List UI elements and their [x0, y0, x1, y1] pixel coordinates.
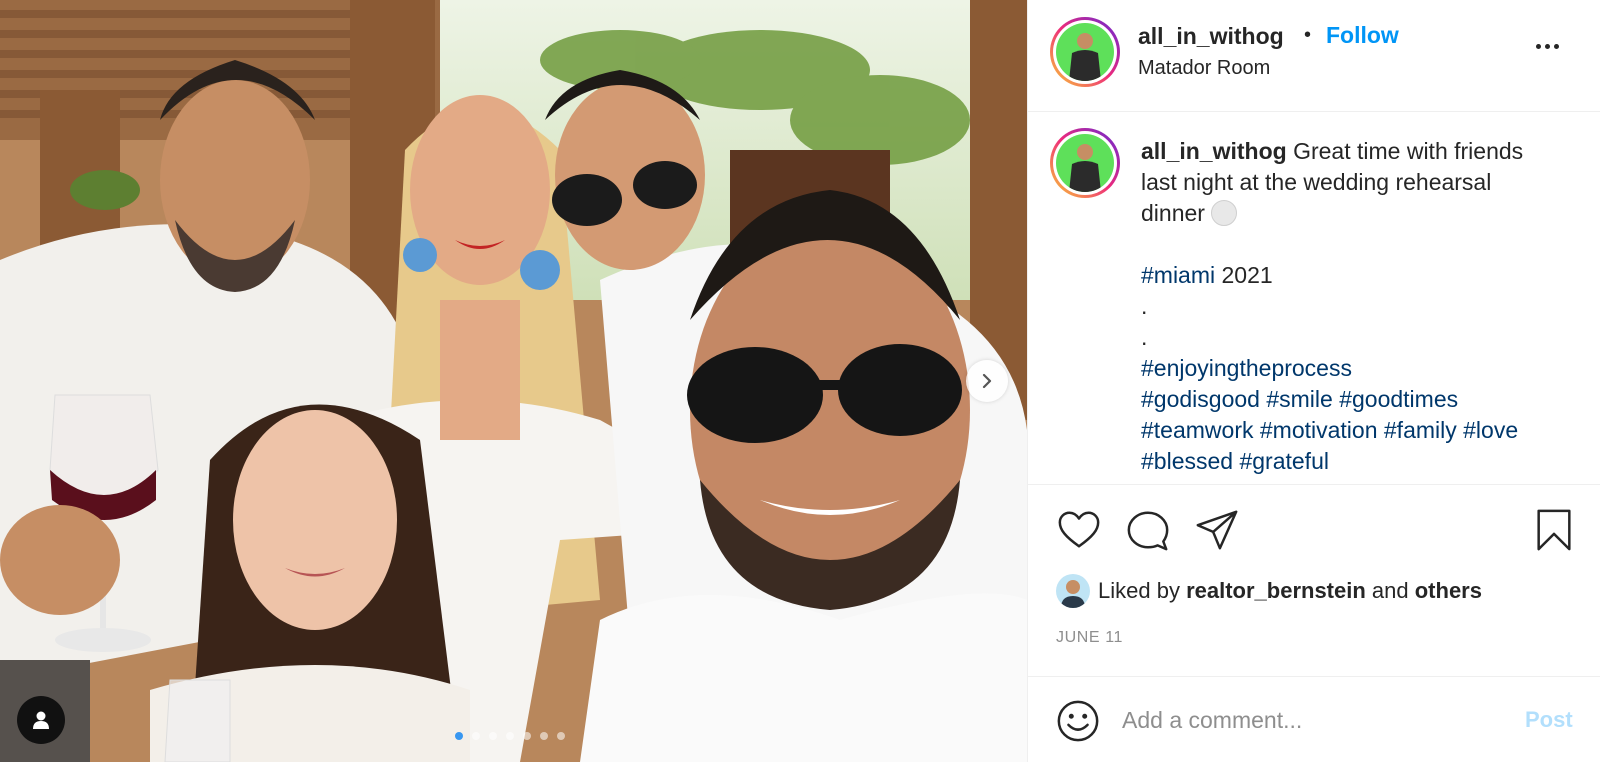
hashtag-link[interactable]: #miami [1141, 262, 1215, 288]
hashtag-link[interactable]: #enjoyingtheprocess [1141, 355, 1352, 381]
caption-dot-1: . [1141, 293, 1148, 319]
likes-summary: Liked by realtor_bernstein and others [1056, 574, 1482, 608]
carousel-dot-2 [472, 732, 480, 740]
hashtag-link[interactable]: #godisgood [1141, 386, 1260, 412]
caption-line-3: dinner [1141, 200, 1205, 226]
like-heart-icon[interactable] [1056, 507, 1102, 553]
save-bookmark-icon[interactable] [1531, 507, 1577, 553]
hashtag-link[interactable]: #teamwork [1141, 417, 1253, 443]
share-paper-plane-icon[interactable] [1194, 507, 1240, 553]
header-separator: • [1304, 24, 1312, 46]
caption-year: 2021 [1215, 262, 1273, 288]
emoji-picker-icon[interactable] [1055, 698, 1101, 744]
carousel-next-button[interactable] [966, 360, 1008, 402]
carousel-dot-6 [540, 732, 548, 740]
carousel-dot-5 [523, 732, 531, 740]
liked-by-prefix: Liked by [1098, 578, 1187, 603]
post-date[interactable]: JUNE 11 [1056, 629, 1123, 647]
caption-username[interactable]: all_in_withog [1141, 138, 1287, 164]
caption-avatar[interactable] [1050, 128, 1120, 198]
liked-by-and: and [1365, 578, 1415, 603]
carousel-dot-7 [557, 732, 565, 740]
hashtag-link[interactable]: #motivation [1260, 417, 1378, 443]
carousel-dot-4 [506, 732, 514, 740]
hashtag-link[interactable]: #love [1463, 417, 1518, 443]
profile-picture [1056, 23, 1114, 81]
comment-form: Post [1028, 676, 1600, 762]
caption-line-2: last night at the wedding rehearsal [1141, 169, 1492, 195]
carousel-dot-3 [489, 732, 497, 740]
user-tag-icon [33, 711, 49, 729]
avatar[interactable] [1050, 17, 1120, 87]
post-author-username[interactable]: all_in_withog [1138, 23, 1284, 50]
caption-line-1: Great time with friends [1293, 138, 1524, 164]
caption-dot-2: . [1141, 324, 1148, 350]
follow-button[interactable]: Follow [1326, 22, 1399, 49]
more-options-icon[interactable] [1536, 36, 1566, 56]
caption-section: all_in_withog Great time with friends la… [1028, 112, 1600, 485]
post-photo[interactable] [0, 0, 1027, 762]
tagged-users-button[interactable] [17, 696, 65, 744]
hashtag-link[interactable]: #grateful [1239, 448, 1329, 474]
liker-username[interactable]: realtor_bernstein [1186, 578, 1366, 603]
caption-text: all_in_withog Great time with friends la… [1141, 136, 1581, 477]
chevron-right-icon [982, 373, 992, 389]
post-location[interactable]: Matador Room [1138, 57, 1270, 80]
comment-icon[interactable] [1125, 507, 1171, 553]
post-details-panel: all_in_withog • Follow Matador Room all_… [1027, 0, 1600, 762]
carousel-dot-1 [455, 732, 463, 740]
comment-input[interactable] [1122, 697, 1492, 743]
hashtag-link[interactable]: #smile [1266, 386, 1332, 412]
hashtag-link[interactable]: #family [1384, 417, 1457, 443]
emoji-icon [1211, 200, 1238, 226]
instagram-post: all_in_withog • Follow Matador Room all_… [0, 0, 1600, 762]
liker-avatar[interactable] [1056, 574, 1090, 608]
hashtag-link[interactable]: #blessed [1141, 448, 1233, 474]
post-header: all_in_withog • Follow Matador Room [1028, 0, 1600, 112]
post-comment-button[interactable]: Post [1525, 707, 1573, 733]
caption-profile-picture [1056, 134, 1114, 192]
hashtag-link[interactable]: #goodtimes [1339, 386, 1458, 412]
likes-others-link[interactable]: others [1415, 578, 1482, 603]
action-bar [1028, 485, 1600, 575]
group-selfie-photo [0, 0, 1027, 762]
carousel-indicator [455, 732, 565, 740]
